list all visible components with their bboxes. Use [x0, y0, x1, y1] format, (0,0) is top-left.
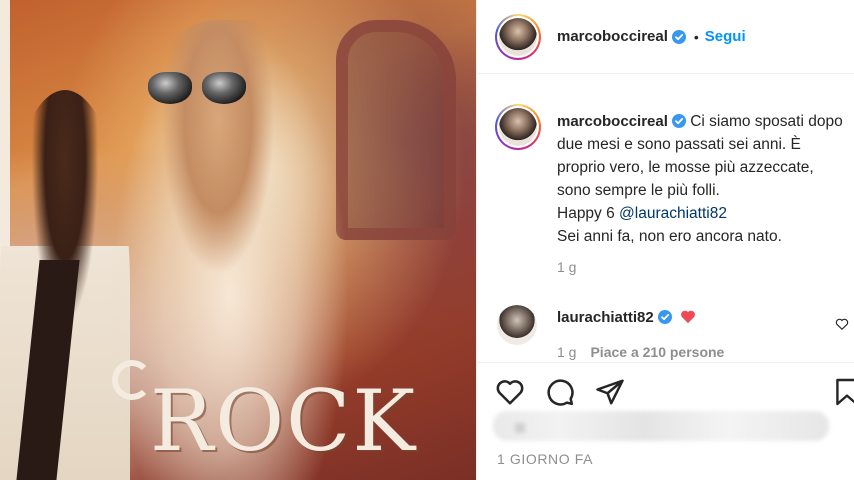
post-photo[interactable]: ROCK — [0, 0, 476, 480]
comment-text: laurachiatti82 — [557, 309, 696, 327]
post-header: marcoboccireal • Segui — [477, 0, 854, 74]
verified-badge-icon — [671, 114, 686, 128]
heart-icon[interactable] — [495, 377, 525, 407]
red-heart-emoji-icon — [681, 310, 695, 324]
follow-button[interactable]: Segui — [705, 28, 746, 45]
header-separator: • — [693, 28, 699, 45]
post-date[interactable]: 1 GIORNO FA — [497, 451, 593, 467]
post-side-panel: marcoboccireal • Segui marcoboccireal Ci… — [476, 0, 854, 480]
commenter-username[interactable]: laurachiatti82 — [557, 309, 654, 326]
comment-timestamp[interactable]: 1 g — [557, 344, 576, 360]
bookmark-icon[interactable] — [835, 377, 854, 407]
caption-avatar-image — [499, 108, 537, 146]
likes-count-blurred — [493, 411, 829, 441]
author-avatar-image — [499, 17, 537, 56]
comment-item: laurachiatti82 — [497, 305, 854, 345]
caption-mention-link[interactable]: @laurachiatti82 — [619, 205, 727, 222]
verified-badge-icon — [671, 29, 686, 44]
commenter-avatar[interactable] — [497, 305, 537, 345]
author-username[interactable]: marcoboccireal — [557, 28, 668, 45]
post-actions-bar: 1 GIORNO FA — [477, 362, 854, 480]
caption-text: marcoboccireal Ci siamo sposati dopo due… — [557, 110, 845, 248]
caption-author-username[interactable]: marcoboccireal — [557, 113, 668, 130]
caption-closing-text: Sei anni fa, non ero ancora nato. — [557, 228, 782, 245]
comment-likes-count[interactable]: Piace a 210 persone — [590, 344, 724, 360]
post-caption: marcoboccireal Ci siamo sposati dopo due… — [495, 104, 845, 248]
caption-timestamp[interactable]: 1 g — [557, 259, 576, 275]
photo-logo-swirl — [112, 360, 152, 400]
share-icon[interactable] — [595, 377, 625, 407]
caption-author-avatar[interactable] — [495, 104, 541, 150]
verified-badge-icon — [657, 310, 672, 324]
comment-like-heart-icon[interactable] — [835, 317, 849, 331]
car-window — [336, 20, 456, 240]
photo-sunglasses — [148, 72, 248, 108]
comment-meta: 1 g Piace a 210 persone — [557, 344, 724, 360]
author-avatar[interactable] — [495, 13, 541, 60]
photo-title-text: ROCK — [150, 372, 418, 470]
comment-icon[interactable] — [545, 377, 575, 407]
caption-happy-text: Happy 6 — [557, 205, 620, 222]
